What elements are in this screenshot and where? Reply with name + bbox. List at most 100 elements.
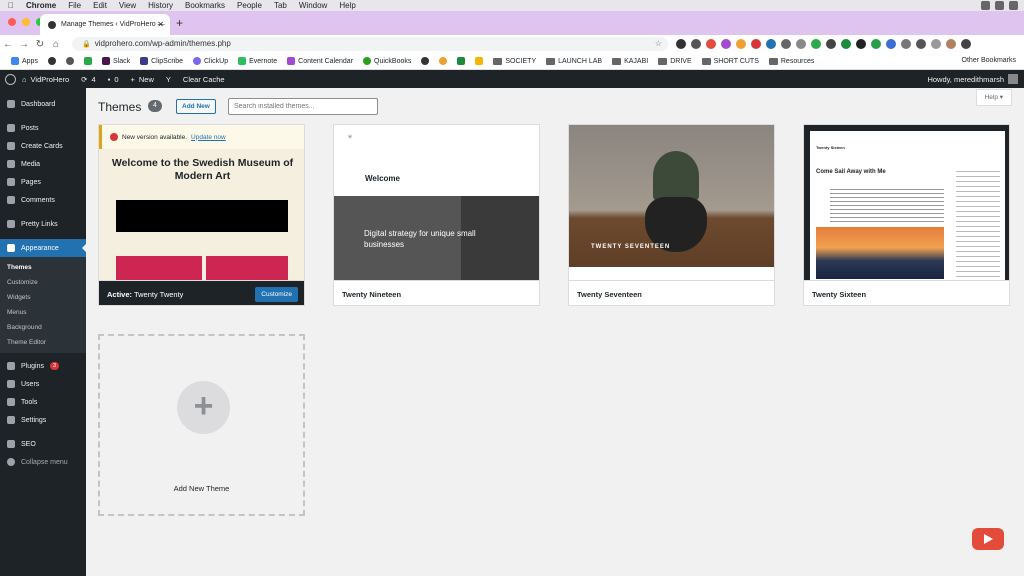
bookmark-society[interactable]: SOCIETY <box>488 57 541 65</box>
minimize-window-icon[interactable] <box>22 18 30 26</box>
sidebar-item-appearance[interactable]: Appearance <box>0 239 86 257</box>
menu-help[interactable]: Help <box>333 0 361 11</box>
bookmark-clipscribe[interactable]: ClipScribe <box>135 57 188 65</box>
notification-icon[interactable] <box>1009 1 1018 10</box>
extension-icon[interactable] <box>931 39 941 49</box>
bookmark-slack[interactable]: Slack <box>97 57 135 65</box>
extension-icon[interactable] <box>886 39 896 49</box>
bookmark-clickup[interactable]: ClickUp <box>188 57 233 65</box>
sidebar-item-posts[interactable]: Posts <box>0 119 86 137</box>
bookmark-resources[interactable]: Resources <box>764 57 819 65</box>
bookmark-icon-only[interactable] <box>79 57 97 65</box>
add-new-theme-card[interactable]: + Add New Theme <box>98 334 305 516</box>
extension-icon[interactable] <box>856 39 866 49</box>
bookmark-drive[interactable]: DRIVE <box>653 57 696 65</box>
bookmark-launch-lab[interactable]: LAUNCH LAB <box>541 57 607 65</box>
url-bar[interactable]: 🔒 vidprohero.com/wp-admin/themes.php ☆ <box>72 37 668 51</box>
bookmark-evernote[interactable]: Evernote <box>233 57 282 65</box>
submenu-widgets[interactable]: Widgets <box>0 290 86 305</box>
bookmark-short-cuts[interactable]: SHORT CUTS <box>697 57 764 65</box>
sidebar-item-create-cards[interactable]: Create Cards <box>0 137 86 155</box>
bookmark-icon-only[interactable] <box>416 57 434 65</box>
sidebar-item-dashboard[interactable]: Dashboard <box>0 95 86 113</box>
menu-window[interactable]: Window <box>293 0 333 11</box>
sidebar-item-plugins[interactable]: Plugins 3 <box>0 357 86 375</box>
bookmark-quickbooks[interactable]: QuickBooks <box>358 57 416 65</box>
sidebar-item-tools[interactable]: Tools <box>0 393 86 411</box>
customize-button[interactable]: Customize <box>255 287 298 302</box>
update-now-link[interactable]: Update now <box>191 134 226 141</box>
submenu-background[interactable]: Background <box>0 320 86 335</box>
menu-people[interactable]: People <box>231 0 268 11</box>
menu-history[interactable]: History <box>142 0 179 11</box>
site-name-link[interactable]: ⌂ VidProHero <box>16 75 75 84</box>
new-tab-icon[interactable]: + <box>176 16 183 30</box>
bookmark-star-icon[interactable]: ☆ <box>655 37 662 51</box>
bookmark-icon-only[interactable] <box>434 57 452 65</box>
bluetooth-icon[interactable] <box>995 1 1004 10</box>
updates-link[interactable]: ⟳ 4 <box>75 75 101 84</box>
new-content-link[interactable]: + New <box>124 75 159 84</box>
account-menu[interactable]: Howdy, meredithmarsh <box>927 74 1018 84</box>
extension-icon[interactable] <box>691 39 701 49</box>
lock-icon[interactable]: 🔒 <box>82 41 91 48</box>
sidebar-item-pretty-links[interactable]: Pretty Links <box>0 215 86 233</box>
bookmark-kajabi[interactable]: KAJABI <box>607 57 653 65</box>
extension-icon[interactable] <box>811 39 821 49</box>
sidebar-item-comments[interactable]: Comments <box>0 191 86 209</box>
extension-icon[interactable] <box>721 39 731 49</box>
extension-icon[interactable] <box>706 39 716 49</box>
reload-icon[interactable]: ↻ <box>32 39 48 50</box>
close-window-icon[interactable] <box>8 18 16 26</box>
theme-screenshot[interactable]: Twenty Sixteen Come Sail Away with Me <box>804 125 1009 280</box>
collapse-menu-button[interactable]: Collapse menu <box>0 453 86 471</box>
home-icon[interactable]: ⌂ <box>48 39 64 50</box>
menu-dots-icon[interactable] <box>961 39 971 49</box>
other-bookmarks[interactable]: Other Bookmarks <box>959 57 1016 64</box>
back-icon[interactable]: ← <box>0 39 16 50</box>
yoast-link[interactable]: Y <box>160 75 177 84</box>
bookmark-icon-only[interactable] <box>61 57 79 65</box>
sidebar-item-pages[interactable]: Pages <box>0 173 86 191</box>
search-themes-input[interactable] <box>228 98 378 115</box>
extension-icon[interactable] <box>841 39 851 49</box>
extension-icon[interactable] <box>676 39 686 49</box>
menu-edit[interactable]: Edit <box>87 0 113 11</box>
theme-screenshot[interactable]: TWENTY SEVENTEEN <box>569 125 774 280</box>
help-tab-button[interactable]: Help ▾ <box>975 89 1012 106</box>
theme-screenshot[interactable]: Ⓦ Welcome Digital strategy for unique sm… <box>334 125 539 280</box>
extension-icon[interactable] <box>826 39 836 49</box>
submenu-customize[interactable]: Customize <box>0 275 86 290</box>
submenu-themes[interactable]: Themes <box>0 260 86 275</box>
submenu-menus[interactable]: Menus <box>0 305 86 320</box>
theme-card-twenty-sixteen[interactable]: Twenty Sixteen Come Sail Away with Me Tw… <box>803 124 1010 306</box>
menu-bookmarks[interactable]: Bookmarks <box>179 0 231 11</box>
sidebar-item-settings[interactable]: Settings <box>0 411 86 429</box>
sidebar-item-seo[interactable]: SEO <box>0 435 86 453</box>
close-tab-icon[interactable]: ✕ <box>157 20 164 29</box>
extension-icon[interactable] <box>736 39 746 49</box>
bookmark-icon-only[interactable] <box>470 57 488 65</box>
theme-card-twenty-seventeen[interactable]: TWENTY SEVENTEEN Twenty Seventeen <box>568 124 775 306</box>
youtube-subscribe-icon[interactable] <box>972 528 1004 550</box>
theme-card-twenty-twenty[interactable]: New version available. Update now Welcom… <box>98 124 305 306</box>
bookmark-apps[interactable]: Apps <box>6 57 43 65</box>
extension-icon[interactable] <box>781 39 791 49</box>
menu-file[interactable]: File <box>62 0 87 11</box>
theme-card-twenty-nineteen[interactable]: Ⓦ Welcome Digital strategy for unique sm… <box>333 124 540 306</box>
bookmark-content-calendar[interactable]: Content Calendar <box>282 57 358 65</box>
comments-link[interactable]: ▪ 0 <box>102 75 125 84</box>
forward-icon[interactable]: → <box>16 39 32 50</box>
menu-chrome[interactable]: Chrome <box>20 0 62 11</box>
apple-icon[interactable]:  <box>8 1 20 10</box>
extension-icon[interactable] <box>871 39 881 49</box>
sidebar-item-media[interactable]: Media <box>0 155 86 173</box>
wordpress-logo-icon[interactable] <box>5 73 16 85</box>
extension-icon[interactable] <box>901 39 911 49</box>
menu-view[interactable]: View <box>113 0 142 11</box>
profile-avatar[interactable] <box>946 39 956 49</box>
browser-tab[interactable]: Manage Themes ‹ VidProHero — ✕ <box>40 14 170 35</box>
bookmark-icon-only[interactable] <box>43 57 61 65</box>
extension-icon[interactable] <box>916 39 926 49</box>
add-new-button[interactable]: Add New <box>176 99 216 114</box>
